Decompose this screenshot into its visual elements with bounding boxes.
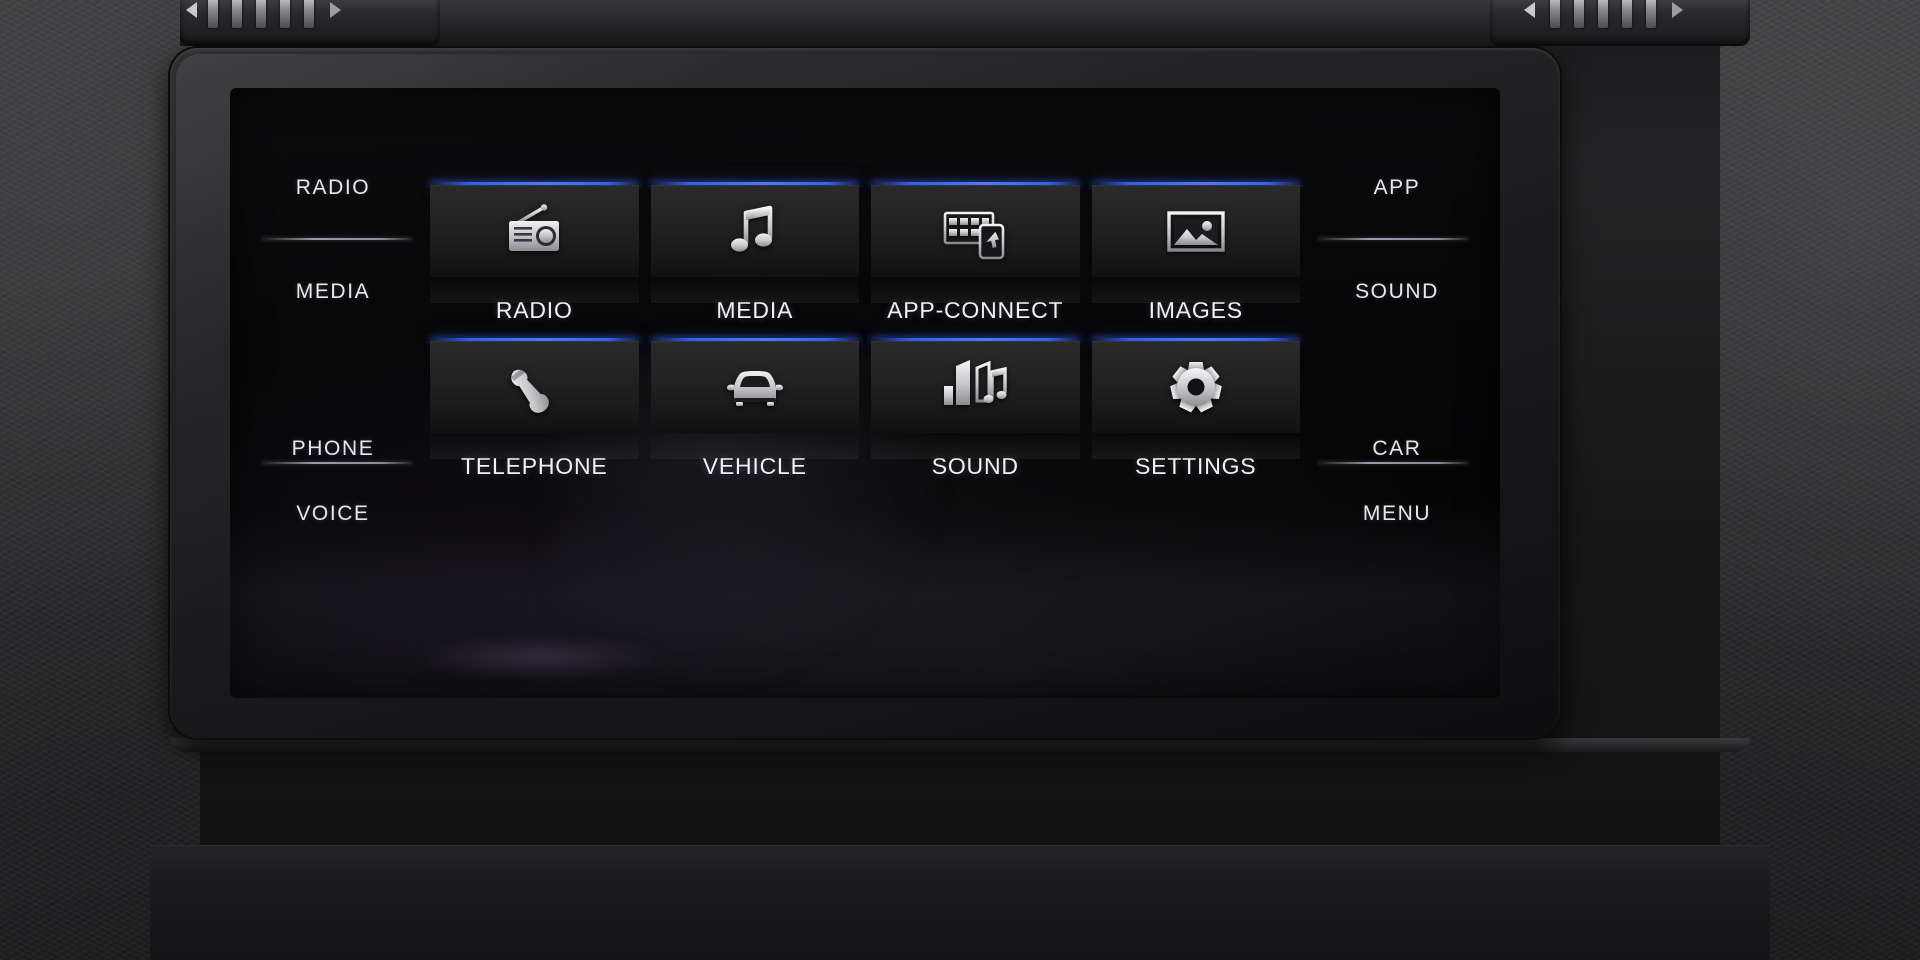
music-note-icon [730,205,773,252]
tile-label: APP-CONNECT [887,297,1064,323]
speaker-note-icon [944,360,1007,405]
app-connect-icon [943,211,1005,260]
tile-face [430,185,639,277]
tile-telephone[interactable]: TELEPHONE [430,332,639,480]
tile-app-connect[interactable]: APP-CONNECT [871,176,1080,324]
sidebar-item-label: RADIO [295,176,371,199]
screen-bezel: RADIO MEDIA PHONE VOICE APP SOUND CAR ME… [170,48,1560,738]
tile-radio[interactable]: RADIO [430,176,639,324]
tile-images[interactable]: IMAGES [1091,176,1300,324]
tile-settings[interactable]: SETTINGS [1091,332,1300,480]
sidebar-item-label: MENU [1362,502,1432,525]
sidebar-item-label: VOICE [296,502,370,525]
sidebar-item-radio[interactable]: RADIO [248,136,418,240]
tile-sound[interactable]: SOUND [871,332,1080,480]
sidebar-divider [1318,462,1468,464]
tile-face [650,185,859,277]
screen-smudge [410,638,670,676]
air-vent-left[interactable] [180,0,440,46]
tile-vehicle[interactable]: VEHICLE [650,332,859,480]
picture-icon [1167,211,1225,252]
sidebar-item-voice[interactable]: VOICE [248,462,418,566]
center-console-lower [150,845,1770,960]
gear-icon [1169,362,1222,413]
tile-face [871,341,1080,433]
tile-label: SETTINGS [1135,453,1257,479]
tile-label: VEHICLE [702,453,807,479]
sidebar-item-label: SOUND [1355,280,1439,303]
sidebar-divider [262,462,412,464]
sidebar-item-sound[interactable]: SOUND [1312,240,1482,344]
bezel-bottom-trim [170,738,1750,752]
tile-face [1091,341,1300,433]
left-touch-menu: RADIO MEDIA PHONE VOICE [248,136,418,566]
screen-reflection [230,508,1500,698]
infotainment-screen[interactable]: RADIO MEDIA PHONE VOICE APP SOUND CAR ME… [230,88,1500,698]
air-vent-right[interactable] [1490,0,1750,46]
tile-label: MEDIA [716,297,794,323]
radio-tile-icon [509,204,560,251]
sidebar-item-label: APP [1373,176,1421,199]
tile-media[interactable]: MEDIA [650,176,859,324]
telephone-handset-icon [511,367,550,413]
sidebar-item-label: MEDIA [295,280,371,303]
home-tile-grid: RADIO MEDIA APP-CONNECT IMAGES TELEPHONE… [430,176,1300,480]
car-front-icon [726,371,783,406]
sidebar-item-media[interactable]: MEDIA [248,240,418,344]
right-touch-menu: APP SOUND CAR MENU [1312,136,1482,566]
tile-label: RADIO [495,297,573,323]
sidebar-item-car[interactable]: CAR [1312,344,1482,462]
tile-face [650,341,859,433]
tile-label: TELEPHONE [460,453,608,479]
tile-face [1091,185,1300,277]
tile-label: IMAGES [1148,297,1243,323]
sidebar-item-menu[interactable]: MENU [1312,462,1482,566]
dash-trim-right [1720,0,1920,960]
sidebar-item-phone[interactable]: PHONE [248,344,418,462]
tile-label: SOUND [931,453,1019,479]
dashboard-console: RADIO MEDIA PHONE VOICE APP SOUND CAR ME… [0,0,1920,960]
sidebar-item-app[interactable]: APP [1312,136,1482,240]
tile-face [871,185,1080,277]
tile-face [430,341,639,433]
